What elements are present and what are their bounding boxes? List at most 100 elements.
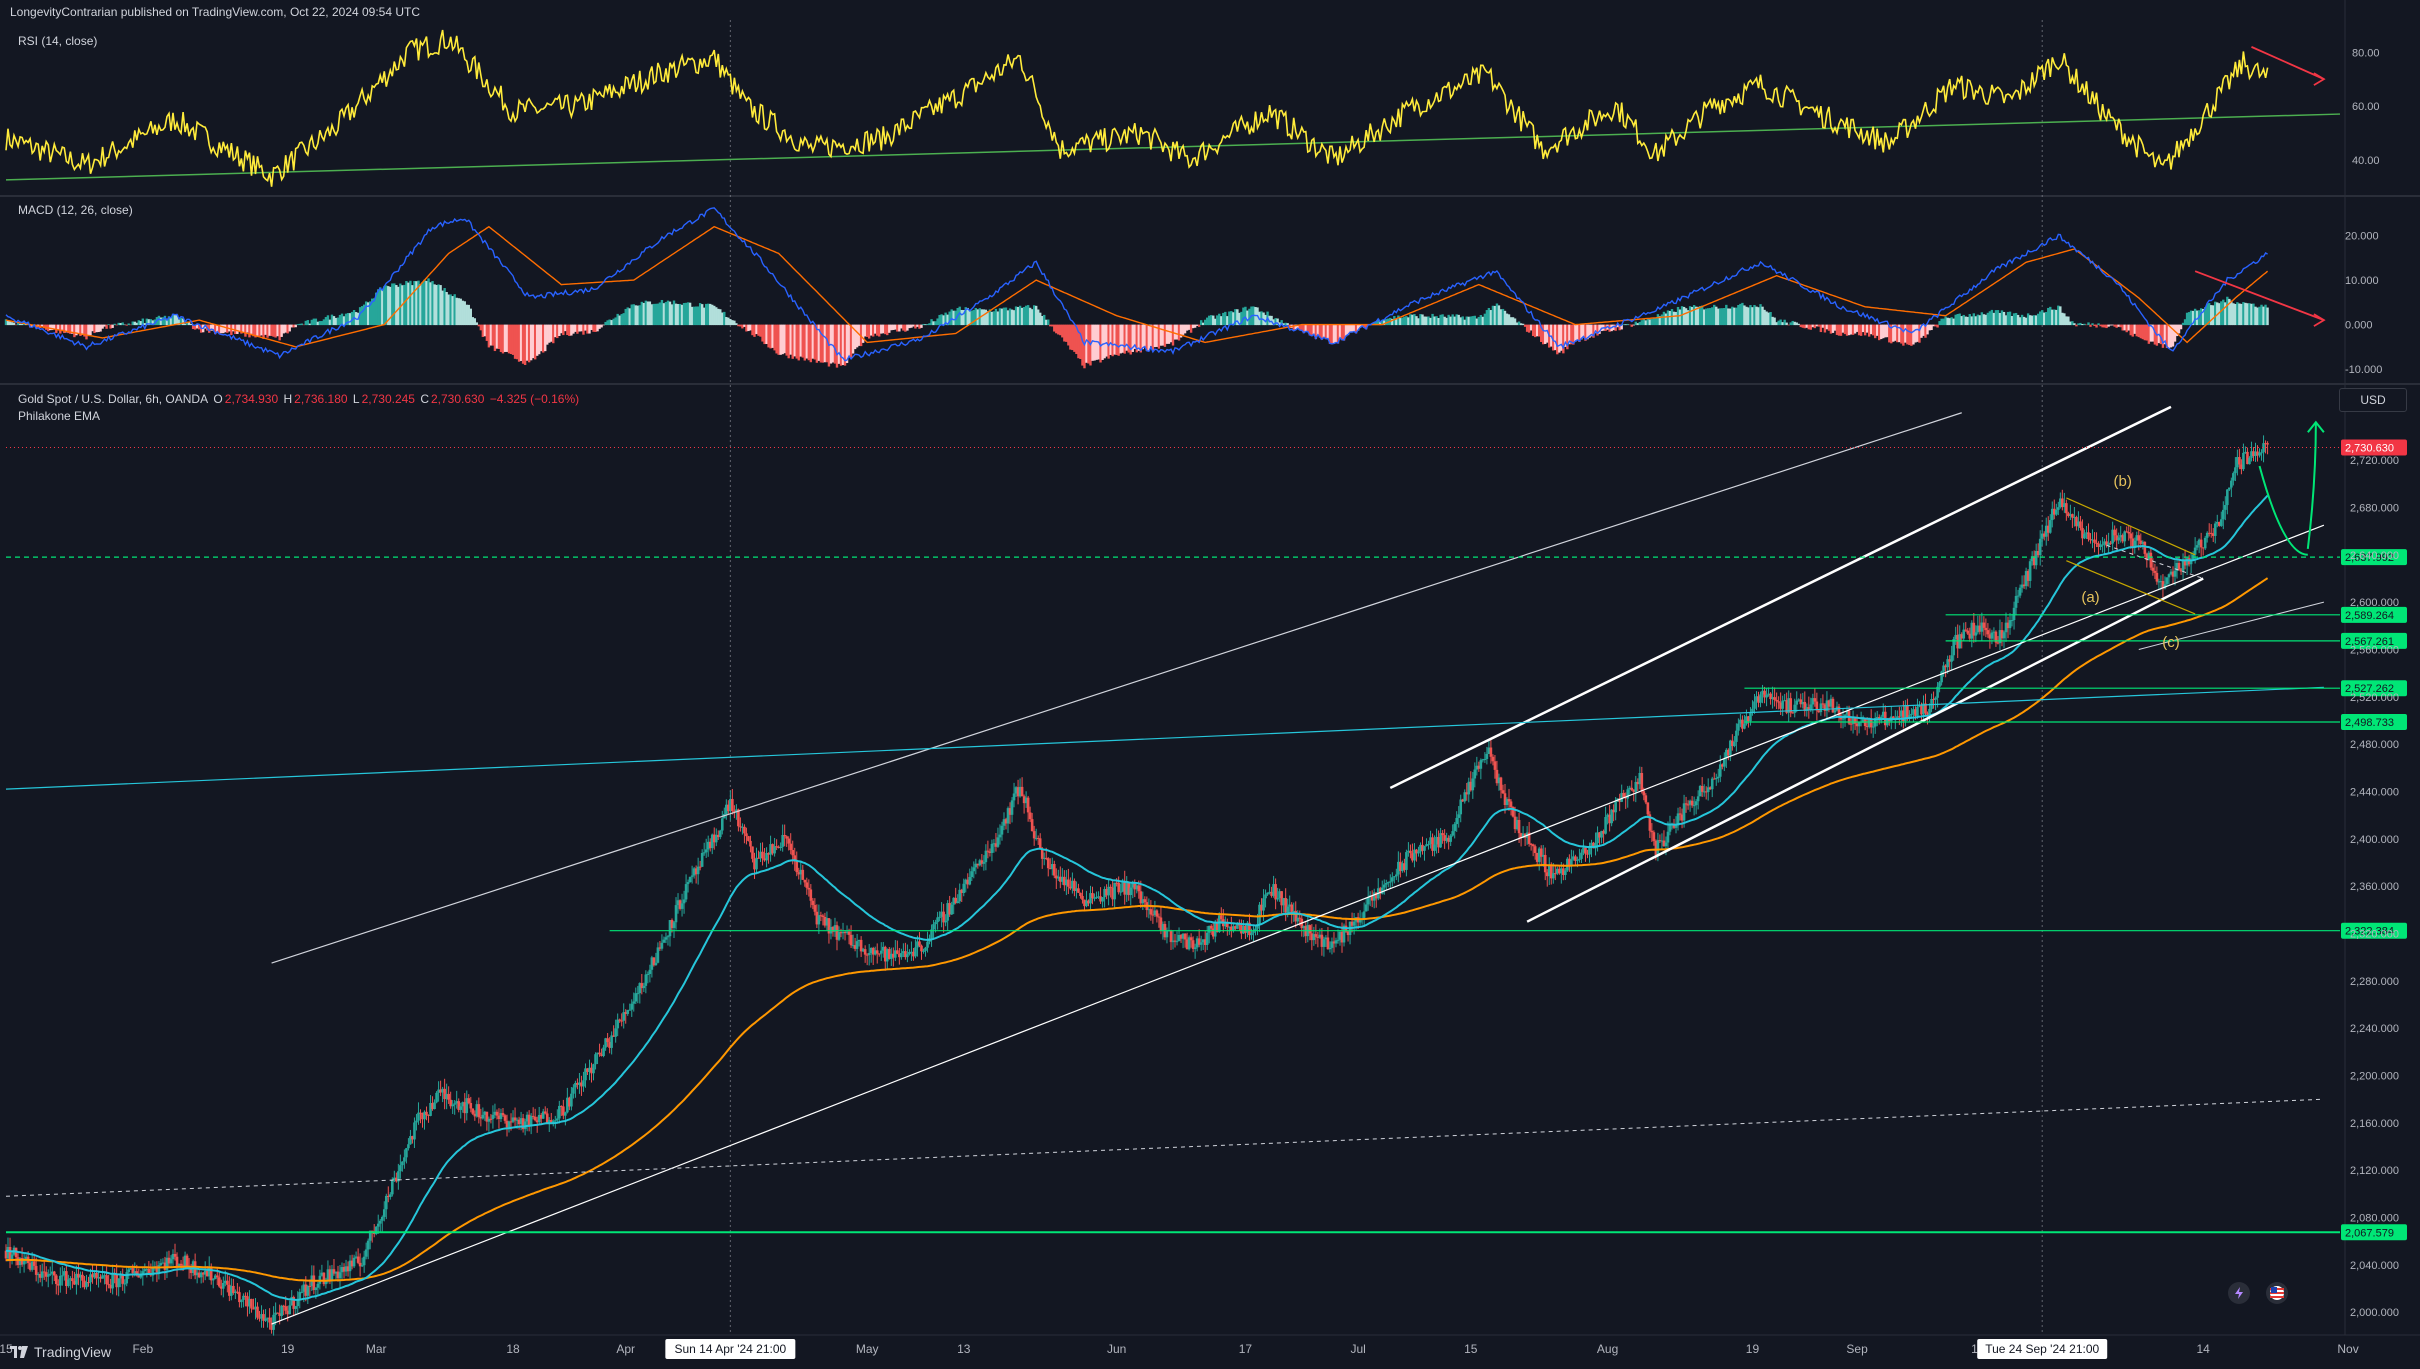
- candle-body: [1384, 883, 1388, 885]
- candle-body: [672, 922, 676, 928]
- candle-body: [2193, 547, 2197, 555]
- candle-body: [1644, 795, 1648, 803]
- candle-body: [1175, 941, 1179, 943]
- candle-body: [1962, 629, 1966, 639]
- candle-body: [813, 905, 817, 912]
- candle-body: [1682, 803, 1686, 821]
- candle-body: [1441, 833, 1444, 836]
- candle-body: [362, 1256, 366, 1266]
- candle-body: [906, 954, 909, 958]
- candle-body: [1143, 899, 1147, 903]
- candle-body: [1382, 884, 1386, 888]
- symbol-legend[interactable]: Gold Spot / U.S. Dollar, 6h, OANDA O 2,73…: [18, 392, 581, 406]
- price-tick-label: 2,240.000: [2350, 1023, 2399, 1035]
- tradingview-logo-icon: [10, 1346, 28, 1358]
- candle-body: [702, 852, 706, 854]
- candle-body: [598, 1052, 601, 1055]
- candle-body: [157, 1265, 161, 1273]
- lightning-icon[interactable]: [2228, 1282, 2250, 1304]
- candle-body: [986, 850, 990, 852]
- candle-body: [1352, 921, 1356, 926]
- candle-body: [1781, 700, 1784, 709]
- candle-body: [1652, 832, 1656, 841]
- candle-body: [2242, 452, 2245, 470]
- candle-body: [755, 857, 758, 870]
- candle-body: [1433, 844, 1436, 851]
- candle-body: [998, 834, 1002, 838]
- candle-body: [922, 950, 925, 952]
- candle-body: [1986, 630, 1990, 635]
- candle-body: [642, 985, 646, 989]
- candle-body: [618, 1019, 621, 1021]
- wave-label: (b): [2114, 473, 2132, 490]
- channel-bottom-line: [1526, 577, 2204, 923]
- candle-body: [2127, 531, 2131, 534]
- candle-body: [491, 1114, 495, 1119]
- candle-body: [1219, 915, 1223, 920]
- candle-body: [2195, 545, 2199, 548]
- candle-body: [934, 922, 937, 925]
- candle-body: [783, 835, 786, 837]
- candle-body: [1869, 719, 1873, 728]
- candle-body: [1028, 812, 1032, 820]
- candle-body: [648, 969, 652, 974]
- candle-body: [660, 942, 664, 949]
- footer-brand[interactable]: TradingView: [10, 1344, 111, 1360]
- us-flag-icon[interactable]: [2266, 1282, 2288, 1304]
- candle-body: [602, 1047, 605, 1056]
- time-axis: 15Feb19Mar18AprMay13Jun17Jul15Aug19Sep16…: [0, 1339, 2359, 1359]
- candle-body: [805, 882, 809, 888]
- candle-body: [1604, 816, 1607, 834]
- candle-body: [1499, 777, 1503, 791]
- candle-body: [684, 884, 688, 900]
- currency-button[interactable]: USD: [2339, 388, 2407, 412]
- candle-body: [781, 835, 784, 847]
- candle-body: [863, 949, 867, 955]
- candle-body: [1690, 800, 1694, 806]
- price-axis: 2,637.9922,589.2642,567.2612,527.2622,49…: [2341, 47, 2407, 1319]
- candle-body: [1576, 859, 1579, 861]
- candle-body: [556, 1118, 559, 1121]
- candle-body: [1107, 886, 1110, 896]
- candle-body: [1091, 893, 1094, 899]
- candle-body: [877, 953, 881, 955]
- candle-body: [1765, 694, 1768, 698]
- candle-body: [654, 962, 658, 966]
- candle-body: [1129, 887, 1133, 896]
- candle-body: [2014, 595, 2018, 608]
- candle-body: [664, 937, 668, 940]
- candle-body: [2087, 532, 2090, 540]
- candle-body: [731, 798, 734, 812]
- price-tick-label: 2,000.000: [2350, 1307, 2399, 1319]
- candle-body: [125, 1272, 129, 1284]
- candle-body: [425, 1111, 428, 1115]
- last-price-label: 2,730.630: [2345, 443, 2394, 455]
- candle-body: [1113, 882, 1116, 900]
- candle-body: [718, 830, 722, 838]
- candle-body: [1664, 842, 1668, 847]
- indicator-name[interactable]: Philakone EMA: [18, 409, 100, 423]
- candle-body: [1199, 942, 1203, 945]
- price-tick-label: 2,280.000: [2350, 976, 2399, 988]
- candle-body: [389, 1194, 392, 1198]
- candle-body: [1964, 629, 1968, 631]
- candle-body: [1737, 723, 1740, 731]
- time-tick-label: 13: [957, 1342, 971, 1356]
- candle-body: [2008, 620, 2012, 629]
- candle-body: [316, 1283, 320, 1288]
- candle-body: [2149, 552, 2153, 568]
- candle-body: [1678, 813, 1682, 815]
- candle-body: [2129, 533, 2133, 539]
- candle-body: [616, 1019, 619, 1029]
- candle-body: [1696, 796, 1700, 802]
- candle-body: [2266, 443, 2269, 445]
- candle-body: [1735, 730, 1738, 742]
- candle-body: [67, 1279, 70, 1287]
- candle-body: [407, 1144, 410, 1149]
- candle-body: [55, 1275, 58, 1285]
- chart-canvas[interactable]: (a) (b) (c) 2,637.9922,589.2642,567.2612,5…: [0, 0, 2420, 1369]
- candle-body: [662, 939, 666, 943]
- candle-body: [747, 836, 750, 841]
- candle-body: [1841, 718, 1845, 720]
- candle-body: [1928, 708, 1931, 715]
